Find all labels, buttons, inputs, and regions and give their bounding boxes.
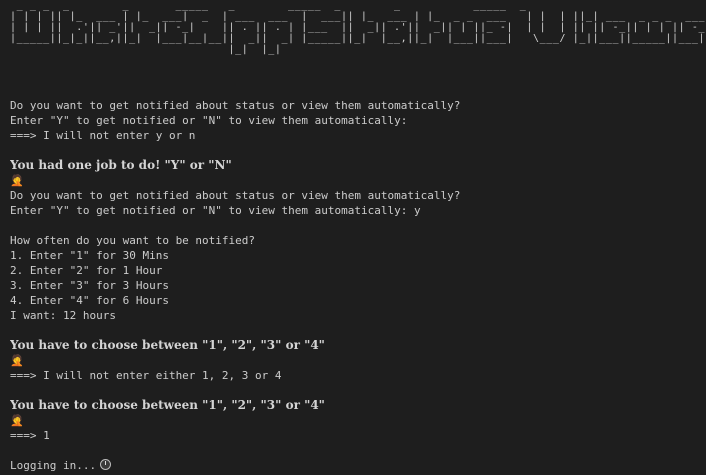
- terminal-output: Do you want to get notified about status…: [10, 98, 698, 473]
- menu-option: 1. Enter "1" for 30 Mins: [10, 249, 169, 262]
- status-line: Logging in...: [10, 458, 698, 473]
- facepalm-emoji-icon: 🤦: [10, 414, 24, 427]
- terminal-line: ===> 1: [10, 429, 50, 442]
- terminal-line: ===> I will not enter either 1, 2, 3 or …: [10, 369, 282, 382]
- terminal-window[interactable]: _ _ _ _ _ _____ _ _____ _ _ _____ _ | | …: [0, 0, 706, 475]
- terminal-line: ===> I will not enter y or n: [10, 129, 196, 142]
- loading-spinner-icon: [100, 459, 112, 470]
- status-text: Logging in...: [10, 459, 97, 472]
- terminal-line: Do you want to get notified about status…: [10, 189, 461, 202]
- menu-option: 2. Enter "2" for 1 Hour: [10, 264, 163, 277]
- error-message: You have to choose between "1", "2", "3"…: [10, 398, 325, 412]
- terminal-line: Do you want to get notified about status…: [10, 99, 461, 112]
- error-message: You had one job to do! "Y" or "N": [10, 158, 232, 172]
- facepalm-emoji-icon: 🤦: [10, 174, 24, 187]
- menu-option: 4. Enter "4" for 6 Hours: [10, 294, 169, 307]
- error-message: You have to choose between "1", "2", "3"…: [10, 338, 325, 352]
- ascii-banner: _ _ _ _ _ _____ _ _____ _ _ _____ _ | | …: [10, 0, 706, 55]
- terminal-line: Enter "Y" to get notified or "N" to view…: [10, 114, 408, 127]
- terminal-line: Enter "Y" to get notified or "N" to view…: [10, 204, 421, 217]
- terminal-line: How often do you want to be notified?: [10, 234, 256, 247]
- facepalm-emoji-icon: 🤦: [10, 354, 24, 367]
- terminal-line: I want: 12 hours: [10, 309, 116, 322]
- menu-option: 3. Enter "3" for 3 Hours: [10, 279, 169, 292]
